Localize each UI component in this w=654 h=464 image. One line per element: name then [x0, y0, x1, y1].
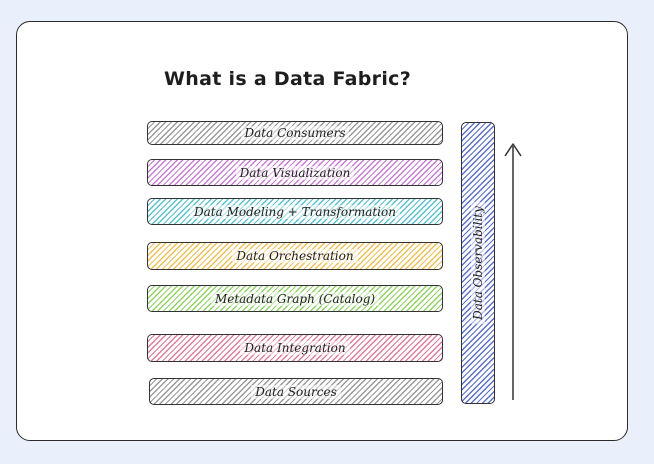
layer-label: Data Orchestration [232, 249, 358, 263]
layer-data-consumers: Data Consumers [147, 121, 443, 145]
layer-label: Data Modeling + Transformation [190, 204, 400, 219]
layer-label: Data Integration [240, 341, 350, 355]
layer-data-integration: Data Integration [147, 334, 443, 362]
layer-data-orchestration: Data Orchestration [147, 242, 443, 270]
diagram-title: What is a Data Fabric? [164, 68, 412, 90]
upward-arrow-icon [504, 143, 522, 400]
layer-label: Data Sources [251, 384, 341, 399]
layer-label: Metadata Graph (Catalog) [210, 291, 380, 306]
layer-label: Data Visualization [235, 165, 355, 180]
layer-metadata-graph: Metadata Graph (Catalog) [147, 285, 443, 312]
layer-label: Data Consumers [240, 126, 350, 140]
data-observability-label: Data Observability [471, 202, 485, 324]
layer-data-modeling-transformation: Data Modeling + Transformation [147, 198, 443, 225]
data-observability-bar: Data Observability [461, 122, 495, 404]
layer-data-visualization: Data Visualization [147, 159, 443, 186]
layer-data-sources: Data Sources [149, 378, 443, 405]
